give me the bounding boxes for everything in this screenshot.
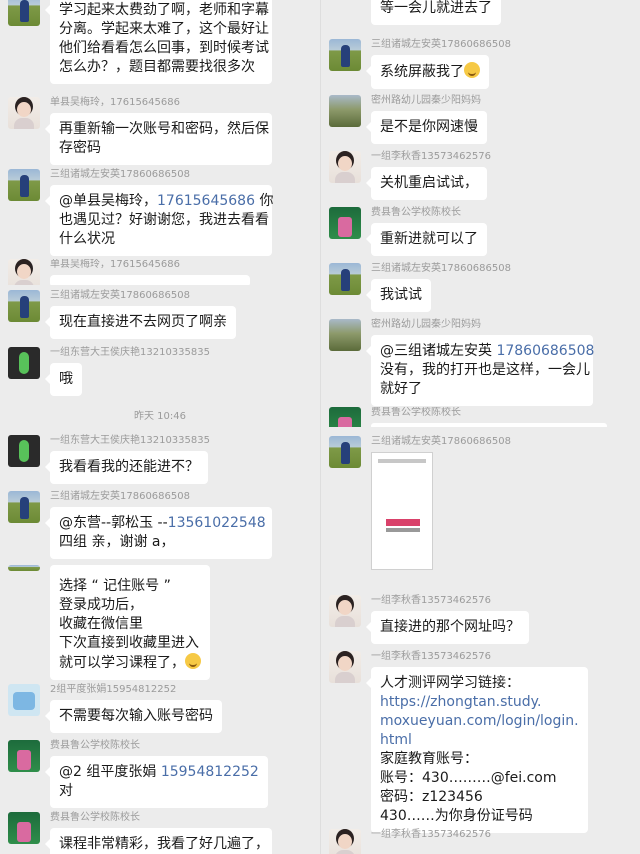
sender-name: 一组东营大王侯庆艳13210335835	[50, 347, 210, 358]
message-bubble[interactable]: @单县吴梅玲，17615645686 你 也遇见过？好谢谢您，我进去看看 什么状…	[45, 185, 273, 256]
sender-name: 三组诸城左安英17860686508	[371, 263, 511, 274]
message-item: 单县吴梅玲，17615645686	[0, 259, 320, 285]
sender-name: 一组李秋香13573462576	[371, 151, 491, 162]
avatar[interactable]	[329, 263, 361, 295]
message-bubble[interactable]: 等一会儿就进去了	[371, 0, 501, 25]
message-bubble[interactable]: 是不是你网速慢	[366, 111, 487, 144]
chat-panel-right: 等一会儿就进去了 三组诸城左安英17860686508 系统屏蔽我了 密州路幼儿…	[320, 0, 640, 854]
sender-name: 三组诸城左安英17860686508	[50, 491, 190, 502]
avatar[interactable]	[329, 595, 361, 627]
message-bubble[interactable]	[50, 275, 250, 285]
study-link[interactable]: moxueyuan.com/login/login.	[380, 712, 579, 731]
sender-name: 三组诸城左安英17860686508	[371, 39, 511, 50]
sender-name: 单县吴梅玲，17615645686	[50, 259, 180, 270]
message-bubble[interactable]: 人才测评网学习链接： https://zhongtan.study. moxue…	[366, 667, 588, 833]
message-bubble[interactable]: 我试试	[366, 279, 431, 312]
message-bubble[interactable]: 哦	[45, 363, 82, 396]
message-bubble[interactable]: 系统屏蔽我了	[366, 55, 489, 89]
message-bubble[interactable]: 不需要每次输入账号密码	[45, 700, 222, 733]
sender-name: 密州路幼儿园秦少阳妈妈	[371, 319, 481, 330]
sender-name: 费县鲁公学校陈校长	[371, 207, 461, 218]
message-bubble[interactable]	[371, 423, 607, 427]
message-bubble[interactable]: 重新进就可以了	[366, 223, 487, 256]
sender-name: 2组平度张娟15954812252	[50, 684, 177, 695]
sender-name: 一组李秋香13573462576	[371, 651, 491, 662]
message-item: 费县鲁公学校陈校长	[321, 407, 640, 427]
message-bubble[interactable]: 我看看我的还能进不？	[45, 451, 208, 484]
avatar[interactable]	[329, 651, 361, 683]
sender-name: 一组李秋香13573462576	[371, 829, 491, 840]
message-bubble[interactable]: @东营--郭松玉 --13561022548 四组 亲，谢谢 a，	[45, 507, 272, 559]
image-thumbnail[interactable]	[371, 452, 433, 570]
avatar[interactable]	[329, 319, 361, 351]
avatar[interactable]	[8, 259, 40, 285]
sender-name: 单县吴梅玲，17615645686	[50, 97, 180, 108]
avatar[interactable]	[329, 829, 361, 854]
phone-link[interactable]: 15954812252	[161, 764, 259, 780]
phone-link[interactable]: 17860686508	[496, 343, 594, 359]
sender-name: 费县鲁公学校陈校长	[50, 740, 140, 751]
avatar[interactable]	[8, 0, 40, 26]
avatar[interactable]	[329, 95, 361, 127]
study-link[interactable]: https://zhongtan.study.	[380, 693, 579, 712]
message-bubble[interactable]: 直接进的那个网址吗？	[366, 611, 529, 644]
message-bubble[interactable]: 选择 “ 记住账号 ” 登录成功后， 收藏在微信里 下次直接到收藏里进入 就可以…	[50, 565, 210, 680]
avatar[interactable]	[8, 169, 40, 201]
message-bubble[interactable]: @2 组平度张娟 15954812252 对	[45, 756, 268, 808]
study-link[interactable]: html	[380, 731, 579, 750]
sender-name: 密州路幼儿园秦少阳妈妈	[371, 95, 481, 106]
sender-name: 三组诸城左安英17860686508	[371, 436, 511, 447]
message-bubble[interactable]: 关机重启试试，	[366, 167, 487, 200]
message-bubble[interactable]: @三组诸城左安英 17860686508 没有，我的打开也是这样，一会儿 就好了	[366, 335, 594, 406]
avatar[interactable]	[8, 435, 40, 467]
avatar[interactable]	[8, 491, 40, 523]
avatar[interactable]	[329, 436, 361, 468]
avatar[interactable]	[329, 39, 361, 71]
sender-name: 一组东营大王侯庆艳13210335835	[50, 435, 210, 446]
smile-emoji-icon	[185, 653, 201, 669]
avatar[interactable]	[8, 290, 40, 322]
thinking-emoji-icon	[464, 62, 480, 78]
timestamp: 昨天 10:46	[134, 411, 186, 422]
avatar[interactable]	[8, 97, 40, 129]
message-bubble[interactable]: 再重新输一次账号和密码，然后保 存密码	[45, 113, 272, 165]
avatar[interactable]	[8, 565, 40, 571]
phone-link[interactable]: 13561022548	[168, 515, 266, 531]
message-bubble[interactable]: 学习起来太费劲了啊，老师和字幕 分离。学起来太难了，这个最好让 他们给看看怎么回…	[45, 0, 272, 84]
sender-name: 一组李秋香13573462576	[371, 595, 491, 606]
message-bubble[interactable]: 现在直接进不去网页了啊亲	[45, 306, 236, 339]
sender-name: 三组诸城左安英17860686508	[50, 169, 190, 180]
sender-name: 费县鲁公学校陈校长	[50, 812, 140, 823]
sender-name: 三组诸城左安英17860686508	[50, 290, 190, 301]
avatar[interactable]	[8, 347, 40, 379]
avatar[interactable]	[329, 151, 361, 183]
chat-panel-left: 学习起来太费劲了啊，老师和字幕 分离。学起来太难了，这个最好让 他们给看看怎么回…	[0, 0, 320, 854]
message-bubble[interactable]: 课程非常精彩，我看了好几遍了，	[45, 828, 272, 854]
avatar[interactable]	[329, 407, 361, 427]
avatar[interactable]	[8, 684, 40, 716]
avatar[interactable]	[8, 812, 40, 844]
avatar[interactable]	[329, 207, 361, 239]
avatar[interactable]	[8, 740, 40, 772]
sender-name: 费县鲁公学校陈校长	[371, 407, 461, 418]
phone-link[interactable]: 17615645686	[157, 193, 255, 209]
